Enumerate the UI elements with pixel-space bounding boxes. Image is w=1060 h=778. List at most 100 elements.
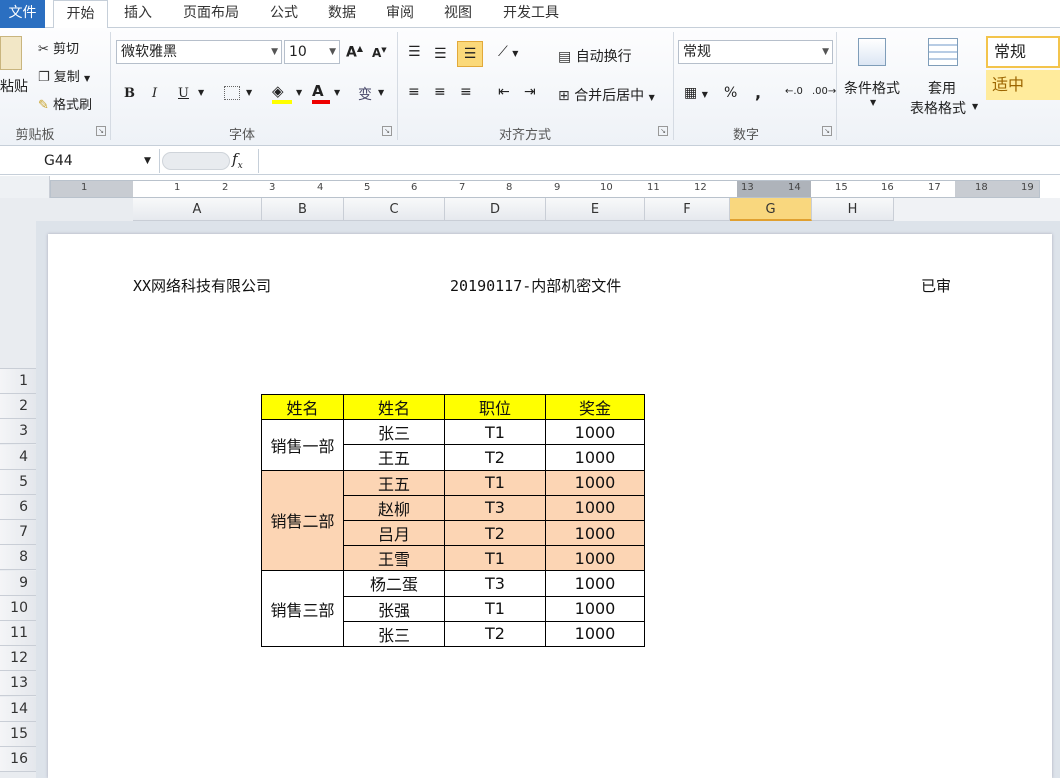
column-header-C[interactable]: C bbox=[344, 198, 445, 221]
chevron-down-icon[interactable]: ▼ bbox=[296, 88, 302, 97]
row-header-6[interactable]: 6 bbox=[0, 495, 36, 520]
paste-button[interactable]: 粘贴 bbox=[0, 76, 28, 96]
table-cell[interactable]: 1000 bbox=[545, 469, 645, 496]
table-header-cell[interactable]: 职位 bbox=[444, 394, 546, 421]
copy-button[interactable]: ❐ 复制 ▼ bbox=[38, 66, 90, 85]
column-header-D[interactable]: D bbox=[445, 198, 546, 221]
row-header-4[interactable]: 4 bbox=[0, 444, 36, 470]
table-cell[interactable]: 1000 bbox=[545, 570, 645, 597]
table-cell[interactable]: 王五 bbox=[343, 469, 445, 496]
column-header-B[interactable]: B bbox=[262, 198, 344, 221]
bold-button[interactable]: B bbox=[124, 86, 135, 101]
dept-cell[interactable]: 销售一部 bbox=[261, 419, 344, 471]
merge-center-button[interactable]: ⊞ 合并后居中 ▼ bbox=[558, 85, 655, 105]
table-cell[interactable]: 1000 bbox=[545, 419, 645, 446]
font-size-select[interactable]: 10 ▼ bbox=[284, 40, 340, 64]
table-format-label-1[interactable]: 套用 bbox=[928, 78, 956, 98]
table-cell[interactable]: T2 bbox=[444, 520, 546, 547]
row-header-13[interactable]: 13 bbox=[0, 671, 36, 697]
style-normal[interactable]: 常规 bbox=[986, 36, 1060, 68]
tab-home[interactable]: 开始 bbox=[53, 0, 108, 29]
row-header-7[interactable]: 7 bbox=[0, 520, 36, 546]
paste-icon[interactable] bbox=[0, 36, 22, 70]
table-cell[interactable]: T3 bbox=[444, 494, 546, 521]
chevron-down-icon[interactable]: ▼ bbox=[198, 88, 204, 97]
tab-page-layout[interactable]: 页面布局 bbox=[172, 0, 250, 28]
table-cell[interactable]: T2 bbox=[444, 444, 546, 471]
row-header-5[interactable]: 5 bbox=[0, 469, 36, 495]
table-cell[interactable]: 杨二蛋 bbox=[343, 570, 445, 597]
align-center-icon[interactable]: ≡ bbox=[434, 84, 446, 100]
table-format-label-2[interactable]: 表格格式 bbox=[910, 98, 966, 118]
table-cell[interactable]: T2 bbox=[444, 620, 546, 647]
table-cell[interactable]: 王五 bbox=[343, 444, 445, 471]
column-header-G[interactable]: G bbox=[730, 198, 812, 221]
table-cell[interactable]: 王雪 bbox=[343, 545, 445, 572]
row-header-12[interactable]: 12 bbox=[0, 646, 36, 672]
align-top-icon[interactable]: ☰ bbox=[408, 44, 421, 60]
font-launcher-icon[interactable]: ↘ bbox=[382, 126, 392, 136]
row-header-2[interactable]: 2 bbox=[0, 394, 36, 420]
row-header-1[interactable]: 1 bbox=[0, 369, 36, 394]
cut-button[interactable]: ✂ 剪切 bbox=[38, 38, 79, 57]
table-header-cell[interactable]: 姓名 bbox=[343, 394, 445, 421]
column-header-H[interactable]: H bbox=[812, 198, 894, 221]
column-header-F[interactable]: F bbox=[645, 198, 730, 221]
table-cell[interactable]: 张三 bbox=[343, 620, 445, 647]
format-painter-button[interactable]: ✎ 格式刷 bbox=[38, 94, 92, 113]
column-header-E[interactable]: E bbox=[546, 198, 645, 221]
tab-developer[interactable]: 开发工具 bbox=[492, 0, 570, 28]
borders-icon[interactable] bbox=[224, 86, 240, 100]
shrink-font-icon[interactable]: A▼ bbox=[372, 46, 387, 60]
style-neutral[interactable]: 适中 bbox=[986, 70, 1060, 100]
table-cell[interactable]: 1000 bbox=[545, 545, 645, 572]
table-cell[interactable]: T1 bbox=[444, 545, 546, 572]
align-bottom-icon[interactable]: ☰ bbox=[457, 41, 483, 67]
conditional-format-icon[interactable] bbox=[858, 38, 886, 66]
decrease-indent-icon[interactable]: ⇤ bbox=[498, 84, 510, 100]
chevron-down-icon[interactable]: ▼ bbox=[334, 88, 340, 97]
column-header-A[interactable]: A bbox=[133, 198, 262, 221]
fill-color-icon[interactable]: ◈ bbox=[272, 82, 292, 104]
table-cell[interactable]: 1000 bbox=[545, 595, 645, 622]
tab-view[interactable]: 视图 bbox=[434, 0, 482, 28]
chevron-down-icon[interactable]: ▼ bbox=[972, 102, 978, 111]
chevron-down-icon[interactable]: ▼ bbox=[246, 88, 252, 97]
tab-insert[interactable]: 插入 bbox=[113, 0, 163, 28]
tab-data[interactable]: 数据 bbox=[318, 0, 366, 28]
table-cell[interactable]: 吕月 bbox=[343, 520, 445, 547]
clipboard-launcher-icon[interactable]: ↘ bbox=[96, 126, 106, 136]
table-cell[interactable]: T1 bbox=[444, 469, 546, 496]
percent-button[interactable]: % bbox=[724, 85, 737, 101]
row-header-14[interactable]: 14 bbox=[0, 696, 36, 722]
table-cell[interactable]: 1000 bbox=[545, 444, 645, 471]
insert-function-icon[interactable]: fx bbox=[232, 150, 243, 171]
dept-cell[interactable]: 销售三部 bbox=[261, 570, 344, 647]
table-cell[interactable]: 赵柳 bbox=[343, 494, 445, 521]
table-cell[interactable]: T1 bbox=[444, 595, 546, 622]
align-middle-icon[interactable]: ☰ bbox=[434, 46, 447, 62]
align-left-icon[interactable]: ≡ bbox=[408, 84, 420, 100]
tab-review[interactable]: 审阅 bbox=[376, 0, 424, 28]
chevron-down-icon[interactable]: ▼ bbox=[144, 149, 151, 173]
row-header-9[interactable]: 9 bbox=[0, 570, 36, 596]
row-header-15[interactable]: 15 bbox=[0, 721, 36, 747]
align-right-icon[interactable]: ≡ bbox=[460, 84, 472, 100]
font-color-icon[interactable]: A bbox=[312, 82, 330, 104]
table-cell[interactable]: 1000 bbox=[545, 620, 645, 647]
dept-cell[interactable]: 销售二部 bbox=[261, 469, 344, 572]
decrease-decimal-icon[interactable]: .00→ bbox=[812, 86, 836, 97]
alignment-launcher-icon[interactable]: ↘ bbox=[658, 126, 668, 136]
table-format-icon[interactable] bbox=[928, 38, 958, 66]
italic-button[interactable]: I bbox=[152, 86, 157, 101]
row-header-16[interactable]: 16 bbox=[0, 747, 36, 772]
table-cell[interactable]: 1000 bbox=[545, 494, 645, 521]
formula-bar-toggle[interactable] bbox=[162, 152, 230, 170]
chevron-down-icon[interactable]: ▼ bbox=[378, 88, 384, 97]
table-cell[interactable]: T1 bbox=[444, 419, 546, 446]
orientation-icon[interactable]: ⟋ ▼ bbox=[498, 44, 518, 60]
increase-decimal-icon[interactable]: ←.0 bbox=[785, 86, 803, 97]
table-header-cell[interactable]: 姓名 bbox=[261, 394, 344, 421]
formula-input[interactable] bbox=[258, 149, 1060, 173]
chevron-down-icon[interactable]: ▼ bbox=[870, 98, 876, 107]
